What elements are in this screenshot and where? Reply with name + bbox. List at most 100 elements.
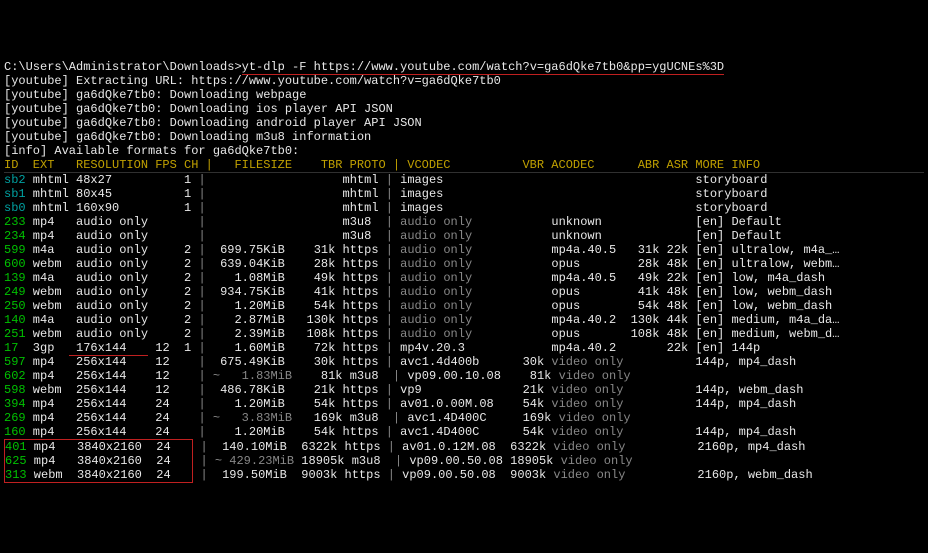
col-proto: https (335, 257, 378, 271)
col-id: 233 (4, 215, 26, 229)
col-proto: mhtml (335, 201, 378, 215)
col-info: 144p, webm_dash (688, 383, 803, 397)
col-res: 256x144 (69, 411, 148, 425)
col-acodec: video only (546, 468, 625, 482)
col-asr (661, 468, 690, 482)
col-tbr (285, 173, 335, 187)
col-id: 140 (4, 313, 26, 327)
col-id: 250 (4, 299, 26, 313)
col-res: audio only (69, 271, 148, 285)
col-fps (148, 327, 170, 341)
terminal-output: C:\Users\Administrator\Downloads>yt-dlp … (4, 60, 924, 483)
col-vcodec: audio only (400, 215, 494, 229)
col-vbr (494, 285, 544, 299)
col-vbr (494, 341, 544, 355)
col-abr (623, 187, 659, 201)
col-asr: 22k (659, 341, 688, 355)
col-ch (170, 383, 192, 397)
col-vbr (494, 299, 544, 313)
col-vcodec: audio only (400, 229, 494, 243)
col-acodec (544, 173, 623, 187)
col-tbr: 28k (285, 257, 335, 271)
col-vbr: 81k (501, 369, 551, 383)
col-abr: 31k (623, 243, 659, 257)
col-abr (623, 215, 659, 229)
col-vcodec: images (400, 201, 494, 215)
col-fps: 12 (148, 383, 170, 397)
col-fps: 24 (148, 397, 170, 411)
col-info (695, 411, 702, 425)
col-id: 160 (4, 425, 26, 439)
col-size: 934.75KiB (213, 285, 285, 299)
col-ch: 2 (170, 243, 192, 257)
col-proto: m3u8 (335, 229, 378, 243)
col-acodec: opus (544, 299, 623, 313)
col-asr: 48k (659, 327, 688, 341)
col-abr: 108k (623, 327, 659, 341)
highlight-box: 401 mp4 3840x2160 24 (4, 439, 193, 454)
col-info (697, 454, 704, 468)
col-asr: 22k (659, 243, 688, 257)
col-ch: 2 (170, 257, 192, 271)
col-vcodec: audio only (400, 285, 494, 299)
col-fps (148, 229, 170, 243)
col-proto: https (335, 425, 378, 439)
col-fps (148, 271, 170, 285)
col-asr (659, 187, 688, 201)
col-fps: 12 (148, 355, 170, 369)
col-tbr: 169k (292, 411, 342, 425)
col-vbr (494, 215, 544, 229)
col-acodec (544, 201, 623, 215)
log-line: [youtube] ga6dQke7tb0: Downloading ios p… (4, 102, 393, 116)
col-id: 394 (4, 397, 26, 411)
log-line: [info] Available formats for ga6dQke7tb0… (4, 144, 299, 158)
col-size: ~ 3.83MiB (213, 411, 292, 425)
col-proto: https (335, 327, 378, 341)
col-id: 251 (4, 327, 26, 341)
col-ext: mhtml (26, 187, 69, 201)
col-abr (625, 468, 661, 482)
col-acodec: opus (544, 285, 623, 299)
col-ch: 2 (170, 327, 192, 341)
col-proto: mhtml (335, 173, 378, 187)
col-res: 48x27 (69, 173, 148, 187)
col-fps (148, 243, 170, 257)
col-asr (661, 440, 690, 454)
col-tbr: 130k (285, 313, 335, 327)
col-vcodec: audio only (400, 243, 494, 257)
col-res: 3840x2160 (70, 440, 149, 454)
col-size: ~ 429.23MiB (215, 454, 294, 468)
col-info: [en] medium, m4a_da… (688, 313, 839, 327)
col-asr: 48k (659, 299, 688, 313)
col-info: [en] low, webm_dash (688, 285, 832, 299)
col-size: 1.20MiB (213, 299, 285, 313)
col-info: [en] ultralow, webm… (688, 257, 839, 271)
col-tbr: 54k (285, 299, 335, 313)
col-ch: 2 (170, 285, 192, 299)
col-vcodec: vp9 (400, 383, 494, 397)
col-vbr (494, 257, 544, 271)
col-id: 598 (4, 383, 26, 397)
col-vbr: 6322k (496, 440, 546, 454)
col-vbr (494, 327, 544, 341)
col-ext: mp4 (26, 369, 69, 383)
col-res: 256x144 (69, 355, 148, 369)
col-asr (659, 229, 688, 243)
col-info: [en] ultralow, m4a_… (688, 243, 839, 257)
col-ext: mp4 (27, 454, 70, 468)
col-tbr: 30k (285, 355, 335, 369)
col-asr: 48k (659, 285, 688, 299)
col-ch (171, 454, 193, 468)
col-ch: 1 (170, 201, 192, 215)
col-res: audio only (69, 257, 148, 271)
col-id: 597 (4, 355, 26, 369)
col-tbr: 72k (285, 341, 335, 355)
col-ext: m4a (26, 243, 69, 257)
col-asr: 44k (659, 313, 688, 327)
col-id: 625 (5, 454, 27, 468)
col-asr (667, 411, 696, 425)
col-res: audio only (69, 285, 148, 299)
col-acodec: mp4a.40.2 (544, 313, 623, 327)
col-ext: webm (26, 327, 69, 341)
col-vcodec: audio only (400, 271, 494, 285)
